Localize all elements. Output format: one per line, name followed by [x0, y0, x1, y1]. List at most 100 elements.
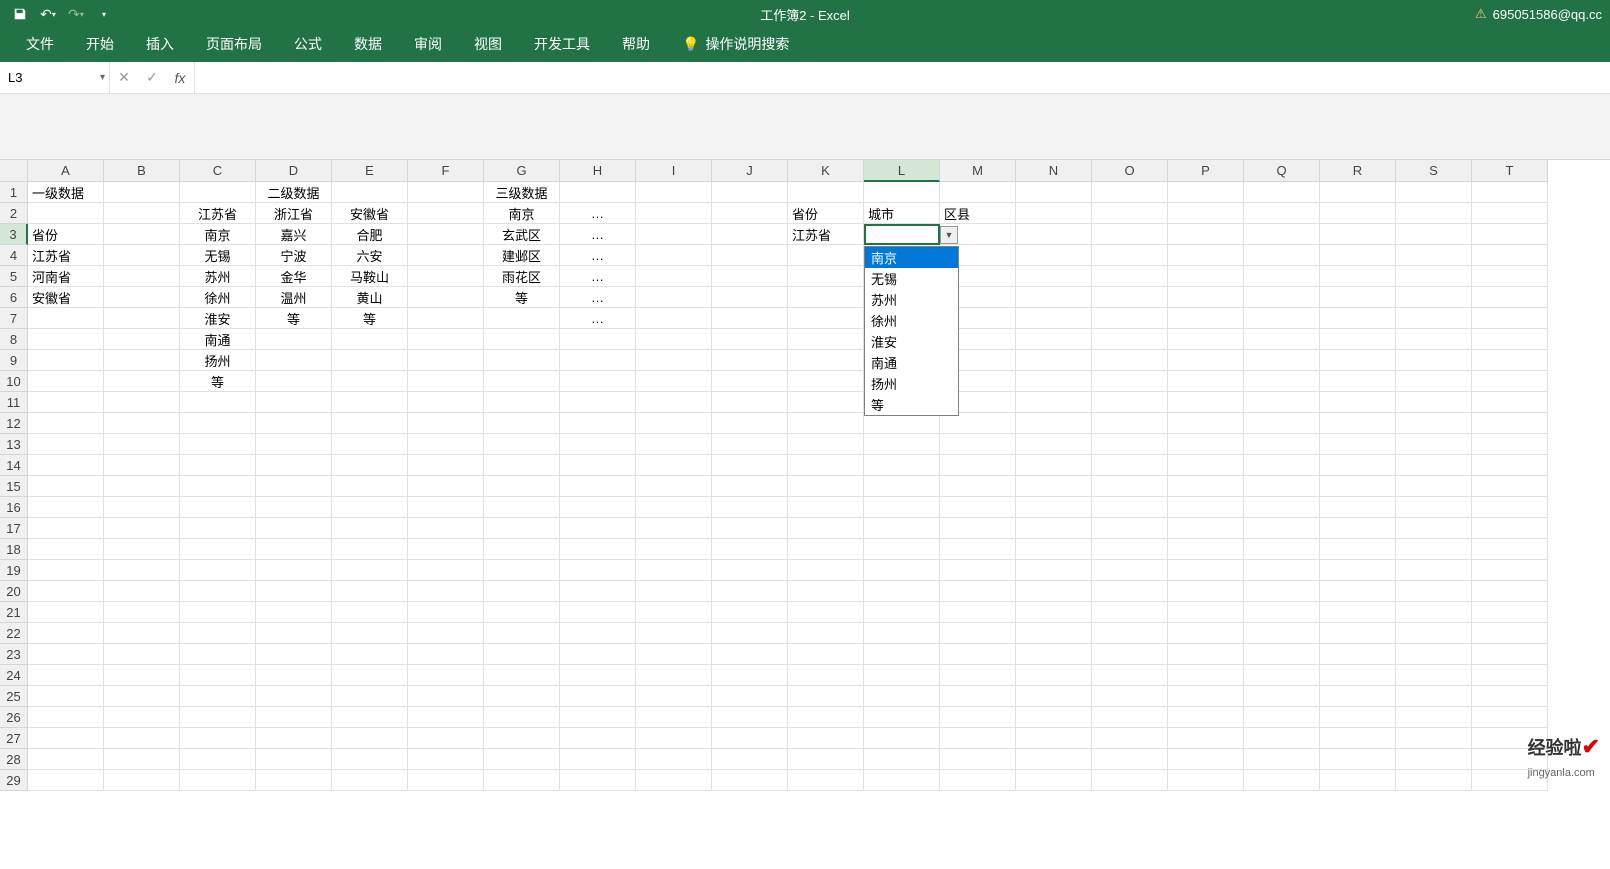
row-header-29[interactable]: 29 — [0, 770, 28, 791]
cell-L25[interactable] — [864, 686, 940, 707]
cell-F13[interactable] — [408, 434, 484, 455]
cell-P18[interactable] — [1168, 539, 1244, 560]
cell-F12[interactable] — [408, 413, 484, 434]
cell-R23[interactable] — [1320, 644, 1396, 665]
cell-T6[interactable] — [1472, 287, 1548, 308]
cell-F16[interactable] — [408, 497, 484, 518]
cell-J27[interactable] — [712, 728, 788, 749]
cell-A24[interactable] — [28, 665, 104, 686]
cell-H9[interactable] — [560, 350, 636, 371]
cell-L13[interactable] — [864, 434, 940, 455]
row-header-12[interactable]: 12 — [0, 413, 28, 434]
cell-O8[interactable] — [1092, 329, 1168, 350]
cell-B2[interactable] — [104, 203, 180, 224]
cell-A8[interactable] — [28, 329, 104, 350]
cell-O4[interactable] — [1092, 245, 1168, 266]
cell-T1[interactable] — [1472, 182, 1548, 203]
cell-E8[interactable] — [332, 329, 408, 350]
cell-A21[interactable] — [28, 602, 104, 623]
cell-N17[interactable] — [1016, 518, 1092, 539]
cell-H12[interactable] — [560, 413, 636, 434]
cell-J16[interactable] — [712, 497, 788, 518]
cell-F18[interactable] — [408, 539, 484, 560]
dropdown-item[interactable]: 等 — [865, 394, 958, 415]
cell-A9[interactable] — [28, 350, 104, 371]
cell-H25[interactable] — [560, 686, 636, 707]
cell-I8[interactable] — [636, 329, 712, 350]
row-header-22[interactable]: 22 — [0, 623, 28, 644]
cell-G6[interactable]: 等 — [484, 287, 560, 308]
cell-J6[interactable] — [712, 287, 788, 308]
cell-D27[interactable] — [256, 728, 332, 749]
cell-M27[interactable] — [940, 728, 1016, 749]
cell-F7[interactable] — [408, 308, 484, 329]
cell-Q11[interactable] — [1244, 392, 1320, 413]
cell-H4[interactable]: … — [560, 245, 636, 266]
cell-O17[interactable] — [1092, 518, 1168, 539]
cell-F2[interactable] — [408, 203, 484, 224]
cell-N24[interactable] — [1016, 665, 1092, 686]
cell-N26[interactable] — [1016, 707, 1092, 728]
undo-icon[interactable]: ↶ ▾ — [36, 2, 60, 26]
cell-O26[interactable] — [1092, 707, 1168, 728]
cell-I10[interactable] — [636, 371, 712, 392]
cell-E26[interactable] — [332, 707, 408, 728]
row-header-14[interactable]: 14 — [0, 455, 28, 476]
cell-I2[interactable] — [636, 203, 712, 224]
cell-I14[interactable] — [636, 455, 712, 476]
row-header-28[interactable]: 28 — [0, 749, 28, 770]
cell-K11[interactable] — [788, 392, 864, 413]
cell-P22[interactable] — [1168, 623, 1244, 644]
col-header-F[interactable]: F — [408, 160, 484, 182]
cell-J14[interactable] — [712, 455, 788, 476]
cell-G11[interactable] — [484, 392, 560, 413]
cell-J20[interactable] — [712, 581, 788, 602]
cell-S12[interactable] — [1396, 413, 1472, 434]
cell-E21[interactable] — [332, 602, 408, 623]
cell-S6[interactable] — [1396, 287, 1472, 308]
cell-B14[interactable] — [104, 455, 180, 476]
row-header-17[interactable]: 17 — [0, 518, 28, 539]
cell-F20[interactable] — [408, 581, 484, 602]
cell-B12[interactable] — [104, 413, 180, 434]
cell-C9[interactable]: 扬州 — [180, 350, 256, 371]
cell-C17[interactable] — [180, 518, 256, 539]
cell-E10[interactable] — [332, 371, 408, 392]
save-icon[interactable] — [8, 2, 32, 26]
cell-H6[interactable]: … — [560, 287, 636, 308]
cell-J2[interactable] — [712, 203, 788, 224]
cell-S29[interactable] — [1396, 770, 1472, 791]
cell-S17[interactable] — [1396, 518, 1472, 539]
cell-R24[interactable] — [1320, 665, 1396, 686]
cell-F17[interactable] — [408, 518, 484, 539]
cell-H1[interactable] — [560, 182, 636, 203]
cell-M21[interactable] — [940, 602, 1016, 623]
cell-L29[interactable] — [864, 770, 940, 791]
cell-Q28[interactable] — [1244, 749, 1320, 770]
cell-H8[interactable] — [560, 329, 636, 350]
cell-I5[interactable] — [636, 266, 712, 287]
cell-E2[interactable]: 安徽省 — [332, 203, 408, 224]
cell-D15[interactable] — [256, 476, 332, 497]
cell-C13[interactable] — [180, 434, 256, 455]
cell-S18[interactable] — [1396, 539, 1472, 560]
cell-G16[interactable] — [484, 497, 560, 518]
cell-Q10[interactable] — [1244, 371, 1320, 392]
cell-R26[interactable] — [1320, 707, 1396, 728]
cell-I11[interactable] — [636, 392, 712, 413]
cell-P14[interactable] — [1168, 455, 1244, 476]
cell-Q1[interactable] — [1244, 182, 1320, 203]
cell-S3[interactable] — [1396, 224, 1472, 245]
cell-N6[interactable] — [1016, 287, 1092, 308]
cell-L24[interactable] — [864, 665, 940, 686]
cell-A1[interactable]: 一级数据 — [28, 182, 104, 203]
cell-T20[interactable] — [1472, 581, 1548, 602]
cell-T25[interactable] — [1472, 686, 1548, 707]
cell-P16[interactable] — [1168, 497, 1244, 518]
cell-K26[interactable] — [788, 707, 864, 728]
cell-T4[interactable] — [1472, 245, 1548, 266]
tab-formulas[interactable]: 公式 — [278, 26, 338, 62]
data-validation-dropdown-list[interactable]: 南京无锡苏州徐州淮安南通扬州等 — [864, 246, 959, 416]
cell-F9[interactable] — [408, 350, 484, 371]
col-header-Q[interactable]: Q — [1244, 160, 1320, 182]
